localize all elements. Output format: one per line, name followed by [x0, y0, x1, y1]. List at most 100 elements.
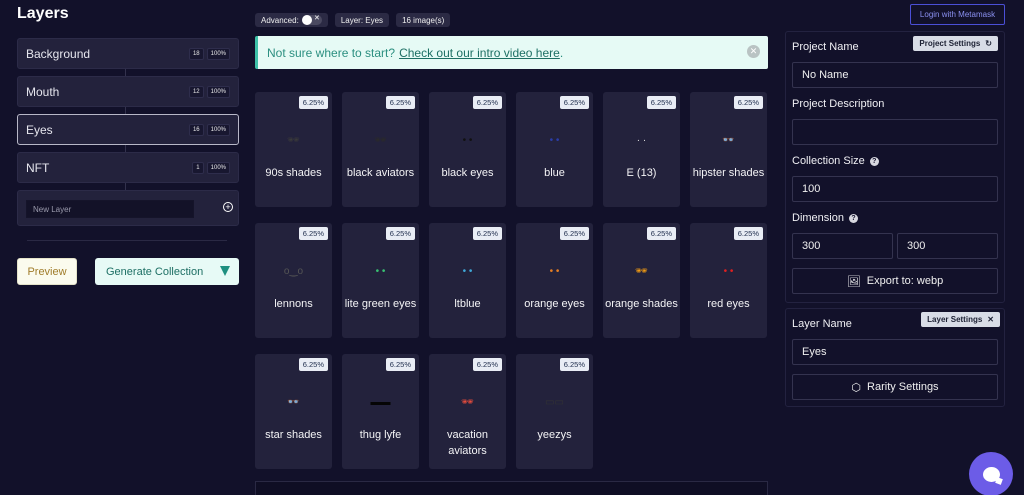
eyes-thumbnail: 👓 — [287, 397, 300, 408]
dimension-width-field[interactable]: 300 — [792, 233, 893, 259]
new-layer-input[interactable] — [26, 200, 194, 218]
image-card[interactable]: 6.25% 🕶 90s shades — [255, 92, 332, 207]
refresh-icon[interactable]: ↻ — [985, 39, 992, 48]
layer-settings-chip[interactable]: Layer Settings ✕ — [921, 312, 1000, 327]
image-name: orange shades — [605, 298, 678, 310]
project-description-field[interactable] — [792, 119, 998, 145]
eyes-thumbnail: 🕶 — [374, 135, 387, 146]
image-name: star shades — [265, 429, 322, 441]
rarity-settings-button[interactable]: ⬡ Rarity Settings — [792, 374, 998, 400]
image-name: lite green eyes — [344, 298, 417, 310]
image-name: vacation aviators — [447, 429, 488, 457]
layer-percent-badge: 100% — [206, 124, 230, 136]
layer-item-nft[interactable]: NFT 1 100% — [17, 152, 239, 183]
sidebar-divider — [27, 240, 227, 241]
eyes-thumbnail: 👓 — [722, 135, 735, 146]
eyes-thumbnail: • • — [549, 266, 560, 277]
dropdown-triangle-icon[interactable] — [220, 266, 230, 276]
close-icon[interactable]: ✕ — [987, 315, 994, 324]
chat-launcher-button[interactable] — [969, 452, 1013, 495]
image-card[interactable]: 6.25% • • black eyes — [429, 92, 506, 207]
new-layer-row: + — [17, 190, 239, 226]
image-card[interactable]: 6.25% 🕶 vacation aviators — [429, 354, 506, 469]
eyes-thumbnail: ▭▭ — [545, 397, 564, 408]
eyes-thumbnail: • • — [723, 266, 734, 277]
image-card[interactable]: 6.25% ▭▭ yeezys — [516, 354, 593, 469]
eyes-thumbnail: 🕶 — [635, 266, 648, 277]
banner-text: Not sure where to start? — [267, 45, 396, 60]
intro-banner: Not sure where to start? Check out our i… — [255, 36, 768, 69]
rarity-percent-badge: 6.25% — [472, 358, 502, 371]
layer-item-eyes[interactable]: Eyes 16 100% — [17, 114, 239, 145]
rarity-percent-badge: 6.25% — [385, 96, 415, 109]
collection-size-label: Collection Size — [792, 155, 865, 167]
layer-name-label: Layer Name — [792, 318, 852, 330]
project-name-field[interactable]: No Name — [792, 62, 998, 88]
image-card[interactable]: 6.25% • • orange eyes — [516, 223, 593, 338]
project-settings-label: Project Settings — [919, 39, 981, 48]
layer-item-background[interactable]: Background 18 100% — [17, 38, 239, 69]
layer-count-badge: 18 — [188, 48, 204, 60]
rarity-percent-badge: 6.25% — [559, 96, 589, 109]
collection-size-field[interactable]: 100 — [792, 176, 998, 202]
help-icon[interactable]: ? — [848, 213, 858, 223]
export-button[interactable]: 🖼 Export to: webp — [792, 268, 998, 294]
layer-settings-label: Layer Settings — [927, 315, 983, 324]
close-icon[interactable]: ✕ — [747, 45, 760, 58]
rarity-percent-badge: 6.25% — [559, 227, 589, 240]
rarity-percent-badge: 6.25% — [472, 227, 502, 240]
image-name: black aviators — [346, 167, 415, 179]
layers-sidebar: Layers Background 18 100% Mouth 12 100% Ey… — [17, 0, 239, 285]
image-name: E (13) — [626, 167, 657, 179]
rarity-percent-badge: 6.25% — [472, 96, 502, 109]
project-settings-chip[interactable]: Project Settings ↻ — [913, 36, 998, 51]
image-name: blue — [544, 167, 565, 179]
generate-collection-label: Generate Collection — [106, 265, 204, 278]
image-card[interactable]: 6.25% o‿o lennons — [255, 223, 332, 338]
layer-name-field[interactable]: Eyes — [792, 339, 998, 365]
login-metamask-button[interactable]: Login with Metamask — [910, 4, 1005, 25]
rarity-settings-label: Rarity Settings — [867, 381, 939, 393]
cube-icon: ⬡ — [851, 381, 862, 394]
toggle-off-icon: ✕ — [313, 15, 320, 22]
rarity-percent-badge: 6.25% — [298, 227, 328, 240]
collection-size-label-row: Collection Size ? — [792, 155, 879, 167]
dimension-label: Dimension — [792, 212, 844, 224]
image-card[interactable]: 6.25% ▬▬ thug lyfe — [342, 354, 419, 469]
layer-name: NFT — [26, 160, 50, 175]
image-card[interactable]: 6.25% 🕶 black aviators — [342, 92, 419, 207]
intro-video-link[interactable]: Check out our intro video here — [399, 46, 560, 60]
generate-collection-button[interactable]: Generate Collection — [95, 258, 239, 285]
preview-button[interactable]: Preview — [17, 258, 77, 285]
dimension-height-field[interactable]: 300 — [897, 233, 998, 259]
toolbar: Advanced: ✕ Layer: Eyes 16 image(s) — [255, 13, 451, 27]
banner-period: . — [559, 45, 564, 60]
layer-name: Eyes — [26, 122, 53, 137]
bottom-panel — [255, 481, 768, 495]
rarity-percent-badge: 6.25% — [385, 358, 415, 371]
layers-title: Layers — [17, 5, 69, 22]
add-layer-icon[interactable]: + — [223, 202, 233, 212]
project-description-label: Project Description — [792, 98, 885, 110]
eyes-thumbnail: • • — [549, 135, 560, 146]
eyes-thumbnail: ▬▬ — [370, 397, 391, 408]
advanced-toggle[interactable]: ✕ — [301, 15, 322, 25]
layer-percent-badge: 100% — [206, 86, 230, 98]
image-card[interactable]: 6.25% • • blue — [516, 92, 593, 207]
rarity-percent-badge: 6.25% — [646, 227, 676, 240]
image-card[interactable]: 6.25% 👓 star shades — [255, 354, 332, 469]
help-icon[interactable]: ? — [869, 156, 879, 166]
image-card[interactable]: 6.25% 🕶 orange shades — [603, 223, 680, 338]
image-card[interactable]: 6.25% · · E (13) — [603, 92, 680, 207]
image-count-pill: 16 image(s) — [396, 13, 451, 27]
toggle-knob — [301, 15, 312, 25]
image-card[interactable]: 6.25% • • lite green eyes — [342, 223, 419, 338]
eyes-thumbnail: o‿o — [283, 266, 304, 277]
eyes-thumbnail: • • — [462, 135, 473, 146]
image-card[interactable]: 6.25% • • red eyes — [690, 223, 767, 338]
image-card[interactable]: 6.25% • • ltblue — [429, 223, 506, 338]
layer-count-badge: 1 — [192, 162, 204, 174]
layer-item-mouth[interactable]: Mouth 12 100% — [17, 76, 239, 107]
rarity-percent-badge: 6.25% — [298, 96, 328, 109]
image-card[interactable]: 6.25% 👓 hipster shades — [690, 92, 767, 207]
